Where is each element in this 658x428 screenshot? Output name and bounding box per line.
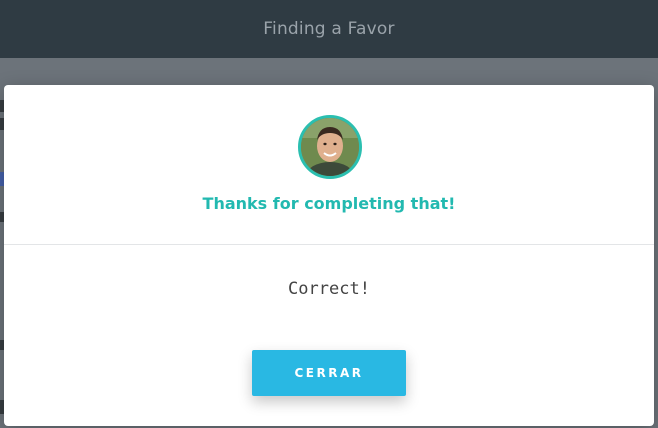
top-bar: Finding a Favor [0,0,658,58]
page-title: Finding a Favor [263,19,395,39]
divider [4,244,654,245]
dialog-heading: Thanks for completing that! [202,194,456,213]
completion-dialog: Thanks for completing that! Correct! CER… [4,85,654,426]
avatar [298,115,362,179]
close-button[interactable]: CERRAR [252,350,406,396]
page: Finding a Favor Thanks for completing th… [0,0,658,428]
result-message: Correct! [288,279,370,299]
user-avatar-photo-icon [301,118,359,176]
